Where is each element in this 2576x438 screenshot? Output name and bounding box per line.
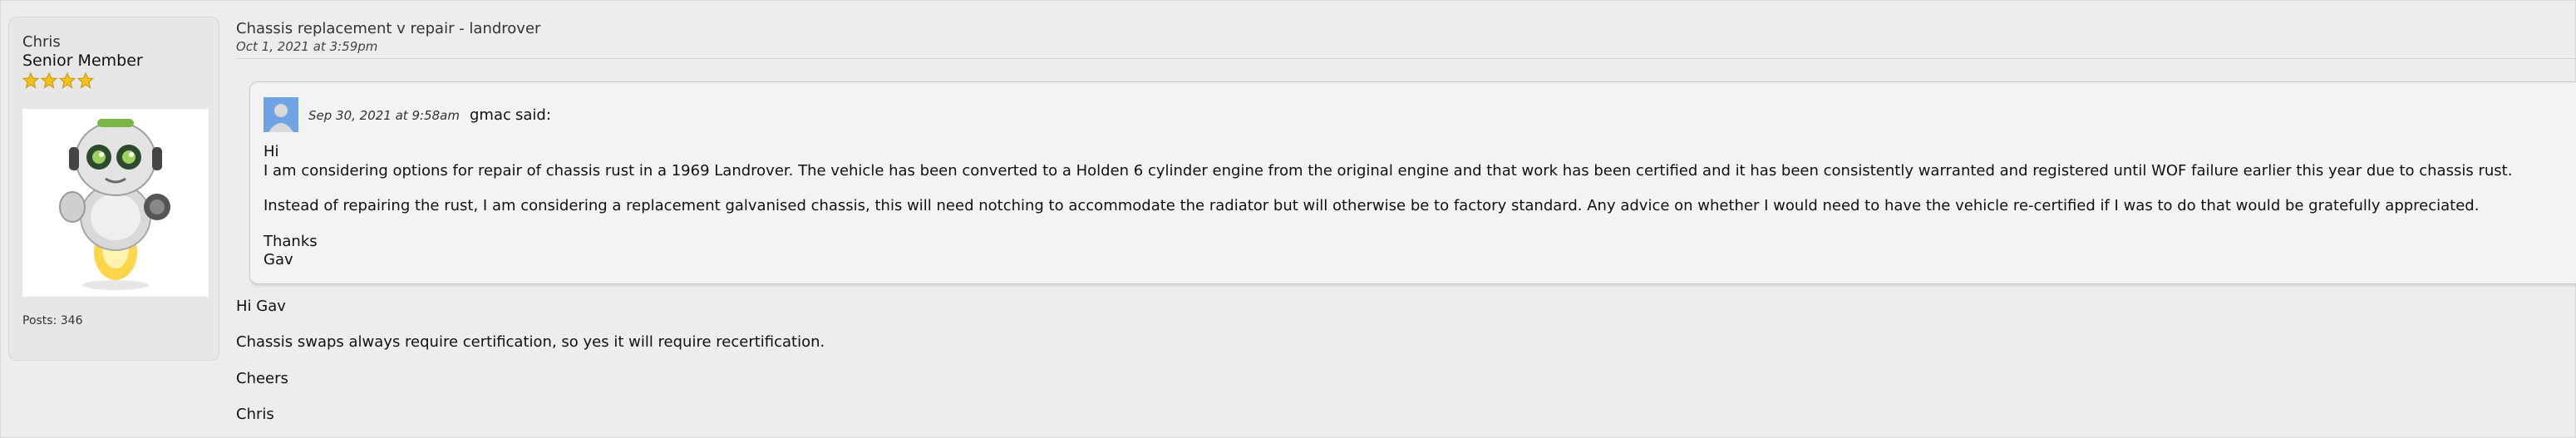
quote-said-label: said: [515, 106, 551, 124]
star-icon [77, 72, 94, 89]
reply-line: Chassis swaps always require certificati… [236, 333, 825, 351]
post-title[interactable]: Chassis replacement v repair - landrover [236, 20, 540, 37]
quote-line: Gav [264, 251, 293, 268]
quote-username[interactable]: gmac [470, 106, 511, 124]
quote-line: Thanks [264, 233, 318, 250]
author-panel: Chris Senior Member Posts: 346 [8, 17, 219, 361]
quote-date[interactable]: Sep 30, 2021 at 9:58am [308, 108, 460, 123]
divider [236, 58, 2576, 59]
author-rank: Senior Member [22, 52, 143, 70]
quote-user-avatar[interactable] [264, 97, 298, 132]
star-icon [22, 72, 39, 89]
robot-avatar-icon [22, 109, 209, 297]
star-icon [59, 72, 76, 89]
quote-line: Hi [264, 143, 279, 160]
reply-line: Cheers [236, 370, 288, 387]
star-icon [41, 72, 57, 89]
user-silhouette-icon [264, 97, 298, 132]
quote-line: Instead of repairing the rust, I am cons… [264, 197, 2480, 214]
reply-line: Chris [236, 406, 274, 423]
quote-block: Sep 30, 2021 at 9:58am gmac said: Hi I a… [249, 81, 2576, 284]
author-name[interactable]: Chris [22, 33, 61, 51]
author-avatar[interactable] [22, 109, 209, 297]
quote-line: I am considering options for repair of c… [264, 162, 2513, 180]
reply-line: Hi Gav [236, 298, 286, 315]
post-date[interactable]: Oct 1, 2021 at 3:59pm [236, 39, 377, 54]
post-count: Posts: 346 [22, 314, 83, 327]
rank-stars [22, 72, 94, 89]
